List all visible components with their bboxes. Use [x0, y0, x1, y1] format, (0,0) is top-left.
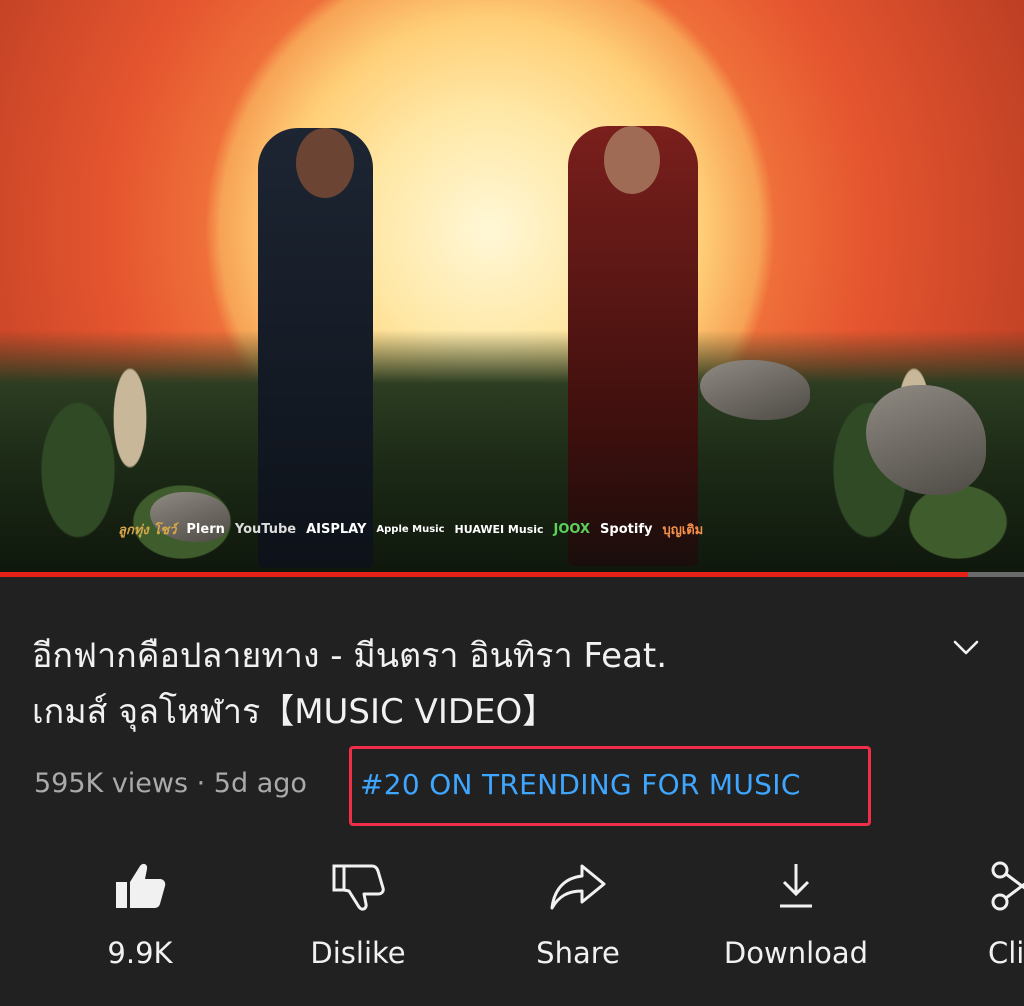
- share-arrow-icon: [550, 864, 606, 910]
- action-bar: 9.9K Dislike Share Download Cli: [0, 850, 1024, 980]
- credit-logo: HUAWEI Music: [454, 522, 544, 536]
- dislike-label: Dislike: [310, 936, 406, 970]
- credit-logo: Apple Music: [376, 523, 445, 535]
- video-figure-right-head: [604, 126, 660, 194]
- video-player[interactable]: ลูกทุ่ง โชว์ Plern YouTube AISPLAY Apple…: [0, 0, 1024, 574]
- thumbs-up-icon: [116, 863, 166, 908]
- download-label: Download: [723, 936, 869, 970]
- credit-logo: JOOX: [553, 521, 591, 537]
- video-title-line: เกมส์ จุลโหฬาร【MUSIC VIDEO】: [32, 692, 557, 732]
- video-progress-bar[interactable]: [0, 572, 1024, 577]
- credit-logo: Spotify: [600, 521, 653, 537]
- clip-label: Cli: [988, 936, 1024, 970]
- credit-logo: ลูกทุ่ง โชว์: [118, 522, 177, 538]
- share-label: Share: [536, 936, 620, 970]
- like-count: 9.9K: [107, 936, 173, 970]
- thumbs-down-icon: [332, 864, 385, 911]
- credit-logo: บุญเติม: [662, 522, 704, 538]
- credit-logo: YouTube: [234, 521, 297, 537]
- clip-button[interactable]: Cli: [958, 850, 1024, 970]
- download-icon: [780, 864, 812, 908]
- download-button[interactable]: Download: [706, 850, 886, 970]
- credit-logo: AISPLAY: [306, 521, 367, 537]
- like-button[interactable]: 9.9K: [50, 850, 230, 970]
- video-credits-bar: ลูกทุ่ง โชว์ Plern YouTube AISPLAY Apple…: [118, 514, 703, 544]
- video-title[interactable]: อีกฟากคือปลายทาง - มีนตรา อินทิรา Feat. …: [32, 628, 912, 740]
- scissors-icon: [991, 861, 1024, 911]
- video-views-age: 595K views · 5d ago: [34, 768, 307, 799]
- video-figure-left-head: [296, 128, 354, 198]
- share-button[interactable]: Share: [488, 850, 668, 970]
- credit-logo: Plern: [186, 521, 225, 537]
- dislike-button[interactable]: Dislike: [268, 850, 448, 970]
- video-progress-fill: [0, 572, 968, 577]
- chevron-down-icon[interactable]: [948, 630, 984, 666]
- video-title-line: อีกฟากคือปลายทาง - มีนตรา อินทิรา Feat.: [32, 636, 668, 676]
- trending-link[interactable]: #20 ON TRENDING FOR MUSIC: [360, 768, 801, 801]
